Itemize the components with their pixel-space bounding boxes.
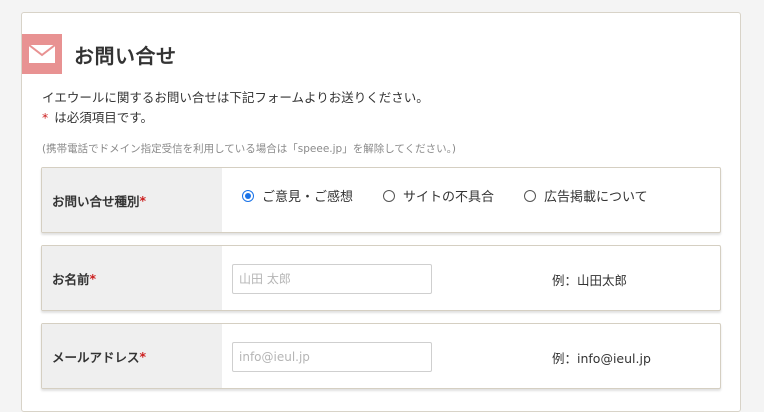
name-label-text: お名前 [52,271,90,287]
required-star: * [139,192,147,208]
name-example: 例：山田太郎 [552,273,628,288]
email-content: 例：info@ieul.jp [222,324,720,388]
required-star: * [42,110,49,125]
inquiry-type-row: お問い合せ種別 * ご意見・ご感想 サイトの不具合 広告掲載について [41,167,721,233]
radio-site-bug-label[interactable]: サイトの不具合 [403,186,494,205]
radio-circle[interactable] [242,189,254,202]
mail-icon [22,34,62,74]
page-title: お問い合せ [74,43,177,68]
inquiry-type-radio-group: ご意見・ご感想 サイトの不具合 広告掲載について [242,186,648,205]
name-input[interactable] [232,264,432,294]
radio-opinion[interactable]: ご意見・ご感想 [242,186,353,205]
inquiry-type-label-text: お問い合せ種別 [52,193,140,209]
required-star: * [89,270,97,286]
required-star: * [139,348,147,364]
section-header: お問い合せ [22,34,177,74]
email-label: メールアドレス * [42,324,222,388]
email-example: 例：info@ieul.jp [552,351,651,366]
inquiry-type-label: お問い合せ種別 * [42,168,222,232]
radio-site-bug[interactable]: サイトの不具合 [383,186,494,205]
contact-card: お問い合せ イエウールに関するお問い合せは下記フォームよりお送りください。 * は… [21,12,741,412]
inquiry-type-content: ご意見・ご感想 サイトの不具合 広告掲載について [222,168,720,232]
required-note-text: は必須項目です。 [54,110,154,125]
name-label: お名前 * [42,246,222,310]
radio-circle[interactable] [383,189,396,202]
required-note: * は必須項目です。 [42,108,153,128]
email-row: メールアドレス* 例：info@ieul.jp [41,323,721,389]
email-input[interactable] [232,342,432,372]
radio-advertising-label[interactable]: 広告掲載について [544,186,648,205]
radio-circle[interactable] [524,189,537,202]
name-content: 例：山田太郎 [222,246,720,310]
intro-text: イエウールに関するお問い合せは下記フォームよりお送りください。 [42,90,429,105]
email-label-text: メールアドレス [52,349,140,365]
radio-advertising[interactable]: 広告掲載について [524,186,648,205]
radio-opinion-label[interactable]: ご意見・ご感想 [262,186,353,205]
domain-note: (携帯電話でドメイン指定受信を利用している場合は「speee.jp」を解除してく… [42,143,456,155]
name-row: お名前* 例：山田太郎 [41,245,721,311]
